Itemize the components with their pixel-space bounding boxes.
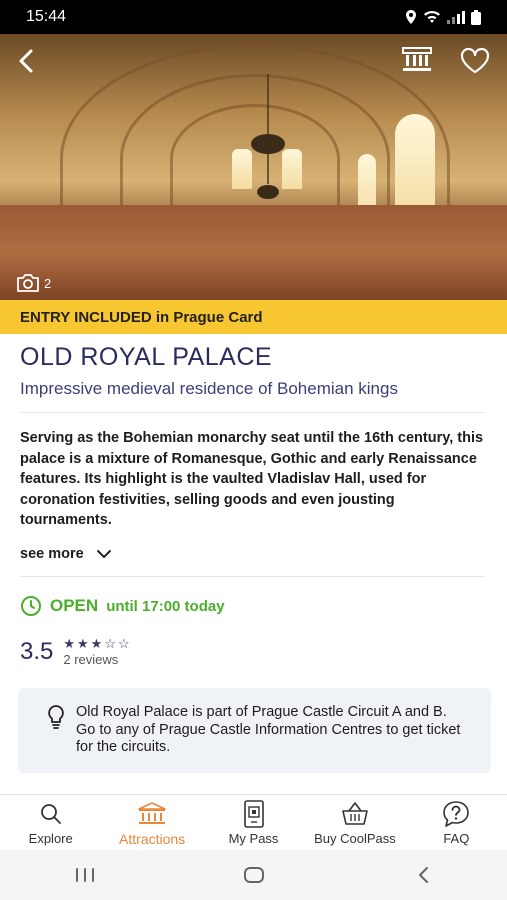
see-more-label: see more xyxy=(20,546,84,562)
chevron-down-icon xyxy=(96,550,111,558)
camera-icon xyxy=(17,274,39,292)
tab-faq[interactable]: FAQ xyxy=(406,795,507,850)
rating-summary[interactable]: 3.5 ★★★☆☆ 2 reviews xyxy=(20,636,132,667)
museum-info-button[interactable] xyxy=(401,46,433,79)
battery-icon xyxy=(471,9,481,25)
star-rating: ★★★☆☆ xyxy=(63,636,132,651)
favorite-button[interactable] xyxy=(459,47,491,80)
tab-label: Attractions xyxy=(119,831,186,847)
photo-count-value: 2 xyxy=(44,275,52,291)
tab-label: Explore xyxy=(28,831,73,846)
location-icon xyxy=(406,10,416,24)
hero-image[interactable]: 2 xyxy=(0,34,507,300)
info-card: Old Royal Palace is part of Prague Castl… xyxy=(18,688,491,773)
photo-count[interactable]: 2 xyxy=(16,274,51,292)
rating-details: ★★★☆☆ 2 reviews xyxy=(63,636,131,667)
tab-label: FAQ xyxy=(443,831,470,846)
wifi-icon xyxy=(424,10,440,23)
home-icon xyxy=(243,867,264,883)
basket-icon xyxy=(342,802,368,825)
bottom-tab-bar: Explore Attractions My Pass Buy CoolPass… xyxy=(0,794,507,850)
qr-pass-icon xyxy=(243,800,264,828)
recent-apps-icon xyxy=(75,868,94,882)
back-arrow-icon xyxy=(19,49,33,73)
tab-label: Buy CoolPass xyxy=(314,831,396,846)
clock-icon xyxy=(21,596,41,616)
tab-label: My Pass xyxy=(228,831,279,846)
opening-hours: OPEN until 17:00 today xyxy=(20,595,225,617)
tab-my-pass[interactable]: My Pass xyxy=(203,795,304,850)
see-more-button[interactable]: see more xyxy=(20,546,112,562)
help-icon xyxy=(443,801,470,827)
recent-apps-button[interactable] xyxy=(55,855,115,895)
tab-attractions[interactable]: Attractions xyxy=(101,795,202,850)
tab-explore[interactable]: Explore xyxy=(0,795,101,850)
status-time: 15:44 xyxy=(26,8,67,25)
back-arrow-icon xyxy=(418,867,428,883)
status-icons xyxy=(405,9,481,25)
home-button[interactable] xyxy=(224,855,284,895)
open-until: until 17:00 today xyxy=(106,597,225,615)
rating-value: 3.5 xyxy=(20,637,54,665)
museum-icon xyxy=(138,802,166,824)
place-subtitle: Impressive medieval residence of Bohemia… xyxy=(20,379,398,398)
chandelier-icon xyxy=(251,74,285,199)
divider xyxy=(20,412,485,413)
museum-icon xyxy=(402,47,432,71)
info-text: Old Royal Palace is part of Prague Castl… xyxy=(76,704,461,755)
hall-floor xyxy=(0,205,507,300)
review-count: 2 reviews xyxy=(63,652,119,667)
divider xyxy=(20,576,485,577)
system-back-button[interactable] xyxy=(393,855,453,895)
entry-included-banner: ENTRY INCLUDED in Prague Card xyxy=(0,300,507,334)
lightbulb-icon xyxy=(48,705,64,729)
open-status: OPEN xyxy=(50,596,99,615)
status-bar: 15:44 xyxy=(0,0,507,34)
heart-icon xyxy=(460,47,490,74)
banner-text: ENTRY INCLUDED in Prague Card xyxy=(20,308,263,326)
search-icon xyxy=(40,804,61,824)
system-navigation-bar xyxy=(0,850,507,900)
signal-icon xyxy=(447,11,465,24)
tab-buy-coolpass[interactable]: Buy CoolPass xyxy=(304,795,405,850)
place-title: OLD ROYAL PALACE xyxy=(20,343,273,371)
back-button[interactable] xyxy=(14,48,40,79)
place-description: Serving as the Bohemian monarchy seat un… xyxy=(20,430,484,528)
